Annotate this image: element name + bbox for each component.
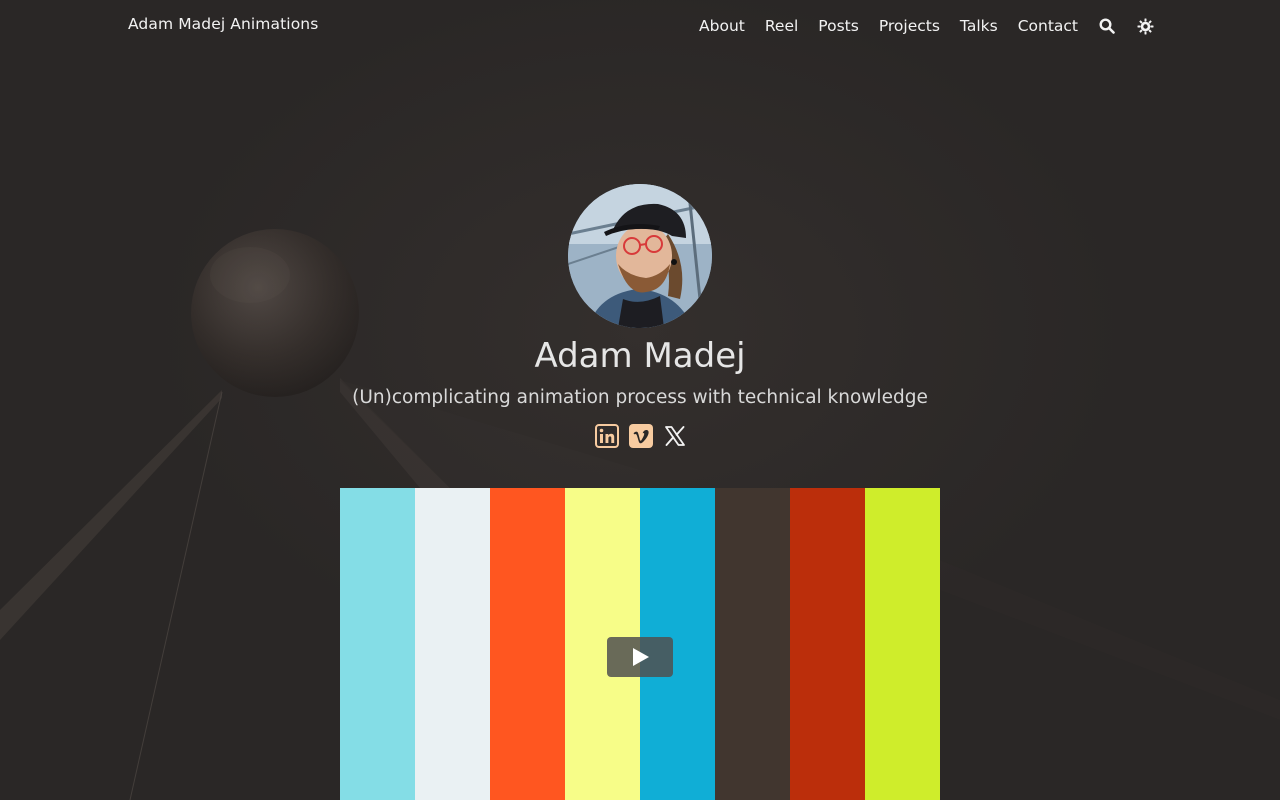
- nav-projects[interactable]: Projects: [879, 14, 940, 38]
- color-bar: [490, 488, 565, 800]
- color-bar: [340, 488, 415, 800]
- play-button[interactable]: [607, 637, 673, 677]
- color-bar: [715, 488, 790, 800]
- nav-about[interactable]: About: [699, 14, 745, 38]
- color-bar: [865, 488, 940, 800]
- vimeo-icon[interactable]: [628, 423, 654, 449]
- hero-name: Adam Madej: [534, 336, 746, 376]
- x-icon[interactable]: [662, 423, 688, 449]
- main-nav: About Reel Posts Projects Talks Contact: [679, 14, 1154, 38]
- reel-video-player[interactable]: [340, 488, 940, 800]
- nav-posts[interactable]: Posts: [818, 14, 859, 38]
- linkedin-icon[interactable]: [594, 423, 620, 449]
- nav-contact[interactable]: Contact: [1018, 14, 1078, 38]
- hero-tagline: (Un)complicating animation process with …: [352, 387, 928, 408]
- profile-avatar: [568, 184, 712, 328]
- nav-talks[interactable]: Talks: [960, 14, 998, 38]
- nav-reel[interactable]: Reel: [765, 14, 798, 38]
- search-icon[interactable]: [1098, 17, 1116, 35]
- site-header: Adam Madej Animations About Reel Posts P…: [0, 0, 1280, 52]
- play-icon: [633, 648, 649, 666]
- color-bar: [415, 488, 490, 800]
- color-bar: [790, 488, 865, 800]
- site-brand-link[interactable]: Adam Madej Animations: [128, 15, 318, 33]
- theme-toggle-icon[interactable]: [1136, 17, 1154, 35]
- social-links: [594, 423, 688, 449]
